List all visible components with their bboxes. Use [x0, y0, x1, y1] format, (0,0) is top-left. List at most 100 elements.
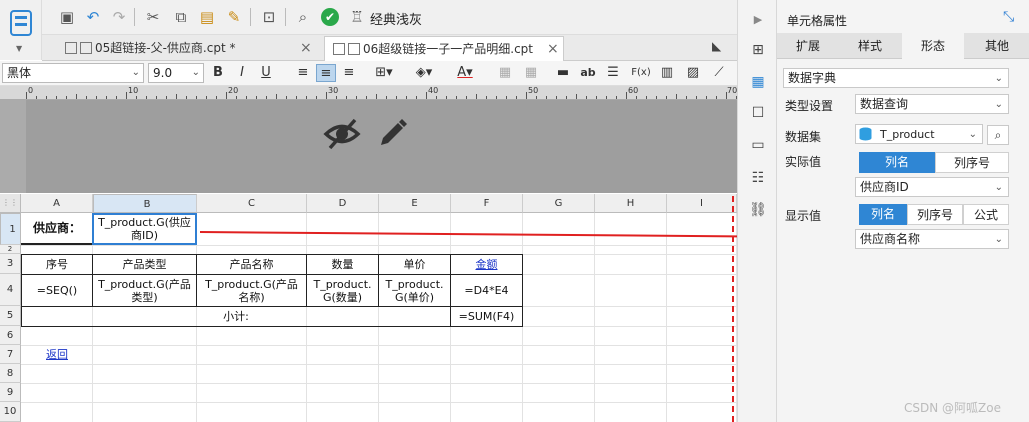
tab-parent-report[interactable]: 05超链接-父-供应商.cpt *: [57, 36, 322, 61]
header-cell-category[interactable]: 产品类型: [92, 254, 197, 275]
display-column-index-toggle[interactable]: 列序号: [907, 204, 963, 225]
row-header[interactable]: 5: [0, 306, 21, 326]
spreadsheet-grid[interactable]: ⋮⋮ A B C D E F G H I 1 2 3 4 5 6 7 8 9 1…: [0, 194, 737, 422]
paragraph-icon[interactable]: ☰: [604, 64, 622, 82]
insert-row-icon[interactable]: ▬: [554, 64, 572, 82]
redo-icon[interactable]: ↷: [110, 8, 128, 26]
header-cell-seq[interactable]: 序号: [21, 254, 93, 275]
column-header[interactable]: F: [451, 194, 523, 213]
tab-expand[interactable]: 扩展: [777, 33, 839, 59]
row-header[interactable]: 9: [0, 383, 21, 402]
cell-a4-seq-formula[interactable]: =SEQ(): [21, 274, 93, 307]
header-cell-amount-link[interactable]: 金额: [450, 254, 523, 275]
hidden-eye-icon[interactable]: [322, 117, 362, 151]
italic-button[interactable]: I: [234, 64, 250, 82]
form-type-select[interactable]: 数据字典 ⌄: [783, 68, 1009, 88]
column-header[interactable]: C: [197, 194, 307, 213]
cell-c4-product-name[interactable]: T_product.G(产品 名称): [196, 274, 307, 307]
preview-icon[interactable]: ⊡: [260, 8, 278, 26]
theme-icon[interactable]: ♖: [348, 8, 366, 26]
formula-icon[interactable]: F(x): [630, 64, 652, 82]
check-icon[interactable]: ✔: [321, 8, 339, 26]
tab-child-report[interactable]: 06超级链接一子一产品明细.cpt ×: [324, 36, 564, 61]
tab-other[interactable]: 其他: [965, 33, 1029, 59]
actual-column-name-toggle[interactable]: 列名: [859, 152, 935, 173]
font-size-select[interactable]: 9.0 ⌄: [148, 63, 204, 83]
font-family-select[interactable]: 黑体 ⌄: [2, 63, 144, 83]
display-column-name-toggle[interactable]: 列名: [859, 204, 907, 225]
cell-b1-supplier-id[interactable]: T_product.G(供应 商ID): [92, 213, 197, 245]
row-header[interactable]: 4: [0, 274, 21, 306]
condition-icon[interactable]: ☷: [749, 170, 767, 186]
app-logo[interactable]: ▼: [0, 0, 42, 60]
cell-f5-sum-formula[interactable]: =SUM(F4): [450, 306, 523, 327]
row-header[interactable]: 6: [0, 326, 21, 345]
cell-element-icon[interactable]: ⊞: [749, 42, 767, 58]
header-cell-price[interactable]: 单价: [378, 254, 451, 275]
unmerge-icon[interactable]: ▦: [522, 64, 540, 82]
dataset-preview-icon[interactable]: ⌕: [987, 125, 1009, 145]
header-cell-quantity[interactable]: 数量: [306, 254, 379, 275]
undo-icon[interactable]: ↶: [84, 8, 102, 26]
search-preview-icon[interactable]: ⌕: [294, 8, 312, 26]
cell-f4-amount-formula[interactable]: =D4*E4: [450, 274, 523, 307]
column-header[interactable]: B: [93, 194, 197, 213]
pin-icon[interactable]: ⤡: [1003, 9, 1014, 25]
align-right-icon[interactable]: ≡: [340, 64, 358, 82]
float-element-icon[interactable]: ☐: [749, 105, 767, 121]
row-header[interactable]: 8: [0, 364, 21, 383]
tab-style[interactable]: 样式: [839, 33, 901, 59]
align-center-icon[interactable]: ≡: [316, 64, 336, 82]
display-value-select[interactable]: 供应商名称 ⌄: [855, 229, 1009, 249]
cut-icon[interactable]: ✂: [144, 8, 162, 26]
display-formula-toggle[interactable]: 公式: [963, 204, 1009, 225]
collapse-arrow-icon[interactable]: ▶: [749, 12, 767, 28]
border-icon[interactable]: ⊞▾: [370, 64, 398, 82]
dataset-select[interactable]: T_product ⌄: [855, 124, 983, 144]
align-left-icon[interactable]: ≡: [294, 64, 312, 82]
image-icon[interactable]: ▨: [684, 64, 702, 82]
select-all-corner[interactable]: ⋮⋮: [0, 194, 21, 213]
row-header[interactable]: 3: [0, 254, 21, 274]
cell-attribute-icon[interactable]: ▦: [749, 74, 767, 90]
column-header[interactable]: D: [307, 194, 379, 213]
row-header[interactable]: 10: [0, 402, 21, 422]
font-color-icon[interactable]: A▾: [450, 64, 480, 82]
header-cell-product-name[interactable]: 产品名称: [196, 254, 307, 275]
fill-color-icon[interactable]: ◈▾: [410, 64, 438, 82]
subtotal-label[interactable]: 小计:: [21, 306, 451, 327]
actual-column-index-toggle[interactable]: 列序号: [935, 152, 1009, 173]
widget-icon[interactable]: ▭: [749, 137, 767, 153]
tab-form[interactable]: 形态: [902, 33, 964, 59]
bold-button[interactable]: B: [210, 64, 226, 82]
hyperlink-icon[interactable]: ⛓: [749, 202, 767, 218]
row-header[interactable]: 1: [0, 213, 21, 245]
column-header[interactable]: E: [379, 194, 451, 213]
slash-icon[interactable]: ⟋: [710, 64, 728, 82]
cell-a1-supplier-label[interactable]: 供应商：: [21, 213, 93, 245]
column-header[interactable]: G: [523, 194, 595, 213]
cell-d4-quantity[interactable]: T_product. G(数量): [306, 274, 379, 307]
type-setting-select[interactable]: 数据查询 ⌄: [855, 94, 1009, 114]
back-link[interactable]: 返回: [21, 345, 93, 364]
close-icon[interactable]: ×: [300, 36, 312, 61]
paste-icon[interactable]: ▤: [198, 8, 216, 26]
row-header[interactable]: 2: [0, 245, 21, 254]
column-header[interactable]: H: [595, 194, 667, 213]
column-header[interactable]: A: [21, 194, 93, 213]
actual-value-select[interactable]: 供应商ID ⌄: [855, 177, 1009, 197]
tab-menu-icon[interactable]: ◣: [712, 39, 721, 53]
edit-pencil-icon[interactable]: [375, 117, 409, 151]
text-icon[interactable]: ab: [578, 64, 598, 82]
close-icon[interactable]: ×: [547, 37, 559, 61]
underline-button[interactable]: U: [258, 64, 274, 82]
copy-icon[interactable]: ⧉: [172, 8, 190, 26]
merge-icon[interactable]: ▦: [496, 64, 514, 82]
column-header[interactable]: I: [667, 194, 737, 213]
cell-b4-category[interactable]: T_product.G(产品 类型): [92, 274, 197, 307]
save-icon[interactable]: ▣: [58, 8, 76, 26]
row-header[interactable]: 7: [0, 345, 21, 364]
chart-icon[interactable]: ▥: [658, 64, 676, 82]
theme-label[interactable]: 经典浅灰: [370, 9, 422, 28]
cell-e4-price[interactable]: T_product. G(单价): [378, 274, 451, 307]
